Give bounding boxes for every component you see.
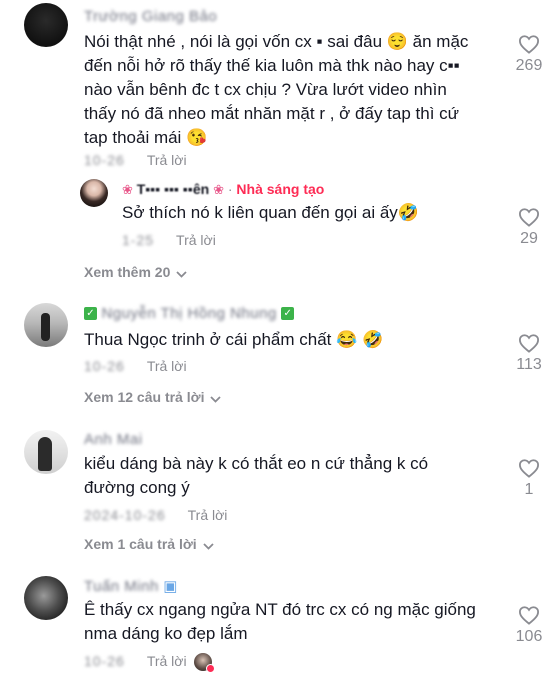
chevron-down-icon — [210, 390, 222, 406]
like-count: 269 — [515, 57, 543, 74]
heart-icon — [518, 35, 540, 54]
comment-meta: 2024-10-26 Trả lời — [84, 507, 227, 523]
comment-text: Thua Ngọc trinh ở cái phẩm chất 😂 🤣 — [84, 328, 383, 352]
view-more-replies[interactable]: Xem thêm 20 — [84, 264, 188, 281]
avatar[interactable] — [24, 576, 68, 620]
reply-header: ❀ T▪▪▪ ▪▪▪ ▪▪ên ❀ · Nhà sáng tạo — [122, 181, 324, 198]
comment-date: 2024-10-26 — [84, 507, 166, 523]
like-button[interactable]: 106 — [504, 605, 554, 646]
comment-username[interactable]: Tuấn Minh — [84, 578, 159, 595]
view-more-label: Xem 12 câu trả lời — [84, 389, 205, 405]
reply-date: 1-25 — [122, 232, 155, 248]
like-button[interactable]: 269 — [504, 34, 554, 75]
comment-meta: 10-26 Trả lời — [84, 358, 187, 374]
creator-badge: Nhà sáng tạo — [236, 181, 325, 197]
comment-meta: 10-26 Trả lời — [84, 152, 187, 168]
heart-icon — [518, 334, 540, 353]
reply-text: Sở thích nó k liên quan đến gọi ai ấy🤣 — [122, 203, 419, 222]
comment-username[interactable]: Anh Mai — [84, 431, 143, 448]
like-count: 29 — [520, 230, 538, 247]
comment-date: 10-26 — [84, 653, 125, 669]
comment-meta: 10-26 Trả lời — [84, 653, 187, 669]
reply-button[interactable]: Trả lời — [147, 152, 187, 168]
comment-text: Ê thấy cx ngang ngửa NT đó trc cx có ng … — [84, 598, 476, 646]
reply-button[interactable]: Trả lời — [147, 358, 187, 374]
reply-meta: 1-25 Trả lời — [122, 232, 216, 248]
comment-text-line: nma dáng ko đẹp lắm — [84, 624, 248, 643]
reply-username[interactable]: T▪▪▪ ▪▪▪ ▪▪ên — [137, 181, 209, 197]
avatar[interactable] — [24, 303, 68, 347]
comment-text-line: đến nỗi hở rõ thấy thế kia luôn mà thk n… — [84, 56, 460, 75]
flower-icon: ❀ — [213, 182, 224, 197]
comment-username[interactable]: Trường Giang Bảo — [84, 8, 217, 25]
comment-username-row: Tuấn Minh ▣ — [84, 578, 177, 596]
like-button[interactable]: 29 — [504, 207, 554, 248]
reply-button[interactable]: Trả lời — [188, 507, 228, 523]
heart-icon — [518, 208, 540, 227]
heart-icon — [518, 459, 540, 478]
like-button[interactable]: 113 — [504, 333, 554, 374]
view-more-label: Xem thêm 20 — [84, 264, 171, 280]
comment-text-line: nào vẫn bênh đc t cx chịu ? Vừa lướt vid… — [84, 80, 447, 99]
avatar[interactable] — [24, 3, 68, 47]
heart-badge-icon — [206, 664, 215, 673]
sticker-icon: ▣ — [163, 578, 178, 595]
check-icon: ✓ — [84, 307, 97, 321]
chevron-down-icon — [176, 265, 188, 281]
like-count: 1 — [524, 481, 534, 498]
avatar[interactable] — [24, 430, 68, 474]
flower-icon: ❀ — [122, 182, 133, 197]
comment-text-line: đường cong ý — [84, 478, 190, 497]
like-button[interactable]: 1 — [504, 458, 554, 499]
comment-text-line: Thua Ngọc trinh ở cái phẩm chất 😂 🤣 — [84, 330, 384, 349]
check-icon: ✓ — [281, 307, 295, 321]
comment-date: 10-26 — [84, 152, 125, 168]
reply-button[interactable]: Trả lời — [176, 232, 216, 248]
view-more-replies[interactable]: Xem 12 câu trả lời — [84, 389, 222, 406]
view-more-replies[interactable]: Xem 1 câu trả lời — [84, 536, 214, 553]
comment-username[interactable]: Nguyễn Thị Hồng Nhung — [101, 305, 276, 322]
comment-text-line: tap thoải mái 😘 — [84, 128, 208, 147]
comment-username-row: ✓ Nguyễn Thị Hồng Nhung ✓ — [84, 305, 295, 323]
view-more-label: Xem 1 câu trả lời — [84, 536, 197, 552]
reply-button[interactable]: Trả lời — [147, 653, 187, 669]
comment-text-line: kiểu dáng bà này k có thắt eo n cứ thẳng… — [84, 454, 429, 473]
comment-text-line: thấy nó đã nheo mắt nhăn mặt r , ở đấy t… — [84, 104, 460, 123]
comment-text-line: Nói thật nhé , nói là gọi vốn cx ▪ sai đ… — [84, 32, 469, 51]
comment-text-line: Ê thấy cx ngang ngửa NT đó trc cx có ng … — [84, 600, 476, 619]
comment-date: 10-26 — [84, 358, 125, 374]
comment-text: Nói thật nhé , nói là gọi vốn cx ▪ sai đ… — [84, 30, 468, 150]
like-count: 113 — [516, 356, 542, 373]
heart-icon — [518, 606, 540, 625]
comment-text: kiểu dáng bà này k có thắt eo n cứ thẳng… — [84, 452, 428, 500]
separator-dot: · — [227, 181, 233, 197]
chevron-down-icon — [203, 537, 214, 553]
like-count: 106 — [515, 628, 543, 645]
avatar[interactable] — [80, 179, 108, 207]
